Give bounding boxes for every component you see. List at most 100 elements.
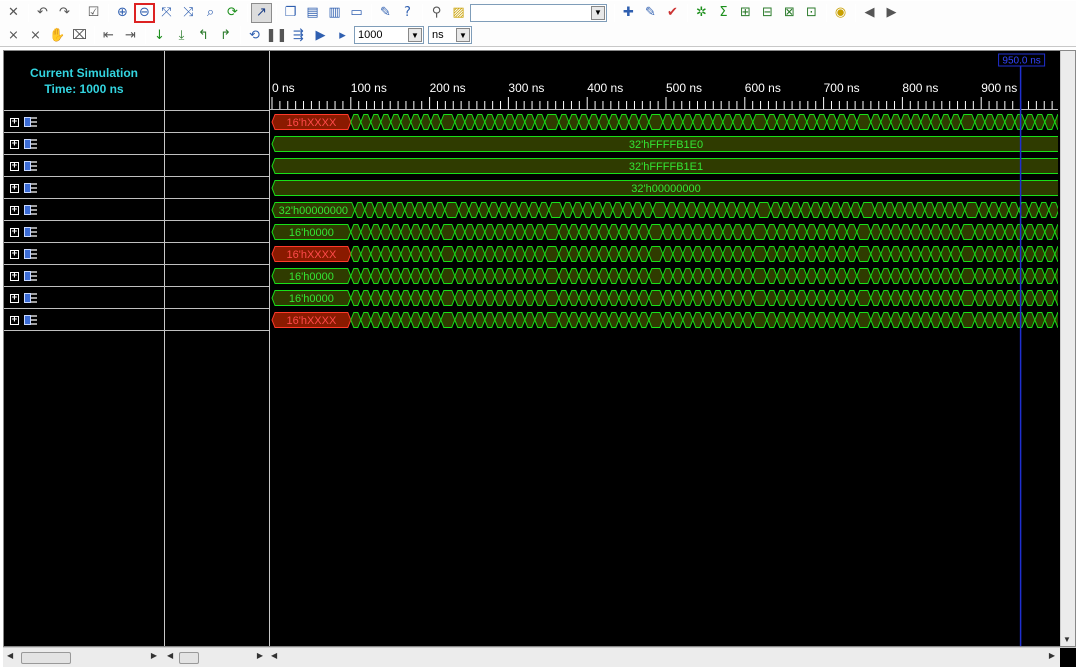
run-for-time-icon[interactable]: ▸	[332, 25, 353, 45]
signal-waveform[interactable]: 16'h0000	[270, 287, 1058, 309]
step-out-icon[interactable]: ↱	[215, 25, 236, 45]
chevron-down-icon[interactable]: ▼	[591, 5, 605, 20]
run-time-unit-select[interactable]: ns ▼	[428, 26, 472, 44]
zoom-full-icon[interactable]: ⤧	[156, 3, 177, 23]
step-icon[interactable]: ↓	[149, 25, 170, 45]
expand-plus-icon[interactable]: +	[10, 271, 19, 281]
signal-name-cell[interactable]: +	[4, 265, 164, 287]
refresh-icon[interactable]: ⟳	[222, 3, 243, 23]
undo-icon[interactable]: ↶	[32, 3, 53, 23]
search-combo[interactable]: ▼	[470, 3, 607, 22]
properties-icon[interactable]: ✎	[375, 3, 396, 23]
chevron-down-icon[interactable]: ▼	[456, 28, 470, 42]
signal-waveform[interactable]: 16'hXXXX	[270, 309, 1058, 331]
signal-row[interactable]: +32'hFFFFB1E1	[4, 155, 1074, 177]
run-all-icon[interactable]: ⇶	[288, 25, 309, 45]
find-in-files-icon[interactable]: ▨	[448, 3, 469, 23]
cursor-tool-icon[interactable]: ↗	[251, 2, 272, 23]
zoom-area-icon[interactable]: ⌕	[200, 3, 221, 23]
scroll-left-arrow-icon[interactable]: ◀	[167, 651, 173, 660]
expand-plus-icon[interactable]: +	[10, 293, 19, 303]
names-hscrollbar[interactable]: ◀ ▶	[5, 650, 159, 665]
scroll-right-arrow-icon[interactable]: ▶	[151, 651, 157, 660]
expand-plus-icon[interactable]: +	[10, 205, 19, 215]
sigma-icon[interactable]: Σ	[713, 3, 734, 23]
vertical-scrollbar[interactable]: ▼	[1060, 51, 1075, 646]
cascade-icon[interactable]: ❐	[280, 3, 301, 23]
zoom-in-icon[interactable]: ⊕	[112, 3, 133, 23]
signal-name-cell[interactable]: +	[4, 287, 164, 309]
step-over-icon[interactable]: ↰	[193, 25, 214, 45]
signal-name-cell[interactable]: +	[4, 133, 164, 155]
wave-hscrollbar[interactable]: ◀ ▶	[269, 650, 1057, 665]
signal-row[interactable]: +16'h0000	[4, 287, 1074, 309]
restart-icon[interactable]: ⟲	[244, 25, 265, 45]
signal-row[interactable]: +32'h00000000	[4, 199, 1074, 221]
expand-plus-icon[interactable]: +	[10, 315, 19, 325]
hierarchy-up-icon[interactable]: ⊟	[757, 3, 778, 23]
scroll-right-arrow-icon[interactable]: ▶	[257, 651, 263, 660]
expand-plus-icon[interactable]: +	[10, 249, 19, 259]
signal-row[interactable]: +32'h00000000	[4, 177, 1074, 199]
signal-name-cell[interactable]: +	[4, 155, 164, 177]
delete-all-markers-icon[interactable]: ⌧	[69, 25, 90, 45]
run-icon[interactable]: ▶	[310, 25, 331, 45]
zoom-out-icon[interactable]: ⊖	[134, 2, 155, 23]
run-time-input[interactable]: 1000 ▼	[354, 26, 424, 44]
signal-waveform[interactable]: 32'h00000000	[270, 177, 1058, 199]
hierarchy-down-icon[interactable]: ⊠	[779, 3, 800, 23]
window-icon[interactable]: ▭	[346, 3, 367, 23]
marker-add-icon[interactable]: ⨯	[3, 25, 24, 45]
redo-icon[interactable]: ↷	[54, 3, 75, 23]
signal-name-cell[interactable]: +	[4, 243, 164, 265]
signal-waveform[interactable]: 16'hXXXX	[270, 111, 1058, 133]
close-icon[interactable]: ✕	[3, 3, 24, 23]
scroll-left-arrow-icon[interactable]: ◀	[7, 651, 13, 660]
check-syntax-icon[interactable]: ✔	[662, 3, 683, 23]
signal-row[interactable]: +32'hFFFFB1E0	[4, 133, 1074, 155]
signal-name-cell[interactable]: +	[4, 309, 164, 331]
signal-waveform[interactable]: 16'hXXXX	[270, 243, 1058, 265]
lightbulb-icon[interactable]: ◉	[830, 3, 851, 23]
marker-remove-icon[interactable]: ⨯	[25, 25, 46, 45]
signal-row[interactable]: +16'h0000	[4, 221, 1074, 243]
expand-plus-icon[interactable]: +	[10, 183, 19, 193]
signal-name-cell[interactable]: +	[4, 199, 164, 221]
next-transition-icon[interactable]: ⇥	[120, 25, 141, 45]
signal-row[interactable]: +16'hXXXX	[4, 111, 1074, 133]
tile-vertical-icon[interactable]: ▥	[324, 3, 345, 23]
values-hscrollbar[interactable]: ◀ ▶	[165, 650, 265, 665]
help-icon[interactable]: ?	[397, 3, 418, 23]
expand-plus-icon[interactable]: +	[10, 139, 19, 149]
signal-waveform[interactable]: 16'h0000	[270, 265, 1058, 287]
chevron-down-icon[interactable]: ▼	[408, 28, 422, 42]
signal-waveform[interactable]: 32'hFFFFB1E1	[270, 155, 1058, 177]
signal-name-cell[interactable]: +	[4, 177, 164, 199]
edit-source-icon[interactable]: ✎	[640, 3, 661, 23]
expand-plus-icon[interactable]: +	[10, 227, 19, 237]
values-hscroll-thumb[interactable]	[179, 652, 199, 664]
run-time-unit-value[interactable]: ns	[432, 29, 444, 41]
gear-icon[interactable]: ✲	[691, 3, 712, 23]
pause-icon[interactable]: ❚❚	[266, 25, 288, 45]
back-icon[interactable]: ◀	[859, 3, 880, 23]
scroll-down-arrow-icon[interactable]: ▼	[1063, 635, 1071, 644]
hierarchy-icon[interactable]: ⊞	[735, 3, 756, 23]
time-ruler[interactable]: 0 ns 100 ns 200 ns 300 ns 400 ns 500 ns 600 ns…	[270, 51, 1058, 110]
scroll-left-arrow-icon[interactable]: ◀	[271, 651, 277, 660]
zoom-fit-icon[interactable]: ⤨	[178, 3, 199, 23]
pan-hand-icon[interactable]: ✋	[47, 25, 68, 45]
signal-row[interactable]: +16'hXXXX	[4, 243, 1074, 265]
signal-row[interactable]: +16'hXXXX	[4, 309, 1074, 331]
tile-horizontal-icon[interactable]: ▤	[302, 3, 323, 23]
expand-plus-icon[interactable]: +	[10, 161, 19, 171]
scroll-right-arrow-icon[interactable]: ▶	[1049, 651, 1055, 660]
hierarchy-expand-icon[interactable]: ⊡	[801, 3, 822, 23]
new-source-icon[interactable]: ✚	[618, 3, 639, 23]
find-icon[interactable]: ⚲	[426, 3, 447, 23]
forward-icon[interactable]: ▶	[881, 3, 902, 23]
signal-waveform[interactable]: 32'hFFFFB1E0	[270, 133, 1058, 155]
previous-transition-icon[interactable]: ⇤	[98, 25, 119, 45]
expand-plus-icon[interactable]: +	[10, 117, 19, 127]
names-hscroll-thumb[interactable]	[21, 652, 71, 664]
